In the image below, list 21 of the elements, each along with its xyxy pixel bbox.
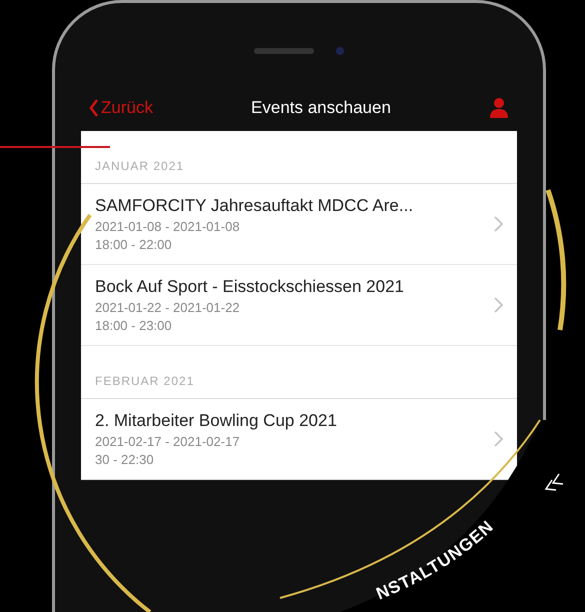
event-times: 30 - 22:30	[95, 452, 155, 467]
camera-icon	[336, 47, 344, 55]
speaker-icon	[254, 48, 314, 54]
chevron-right-icon	[494, 431, 503, 447]
event-title: 2. Mitarbeiter Bowling Cup 2021	[95, 411, 338, 431]
chevron-left-icon	[89, 99, 99, 117]
event-dates: 2021-01-08 - 2021-01-08	[95, 219, 241, 234]
event-times: 18:00 - 22:00	[95, 237, 173, 252]
event-title: SAMFORCITY Jahresauftakt MDCC Are...	[95, 196, 414, 216]
screen-title: Events anschauen	[250, 98, 392, 118]
person-icon[interactable]	[489, 97, 509, 119]
chevron-right-icon	[494, 297, 503, 313]
event-row[interactable]: SAMFORCITY Jahresauftakt MDCC Are... 2021-01-08 - 2021-01-08 18:00 - 22:00	[81, 184, 517, 265]
event-times: 18:00 - 23:00	[95, 318, 173, 333]
section-header: FEBRUAR 2021	[81, 346, 517, 399]
event-title: Bock Auf Sport - Eisstockschiessen 2021	[95, 277, 405, 297]
event-dates: 2021-02-17 - 2021-02-17	[95, 434, 241, 449]
event-dates: 2021-01-22 - 2021-01-22	[95, 300, 241, 315]
double-chevron-icon	[544, 473, 564, 491]
chevron-right-icon	[494, 216, 503, 232]
event-row[interactable]: Bock Auf Sport - Eisstockschiessen 2021 2021-01-22 - 2021-01-22 18:00 - 23:00	[81, 265, 517, 346]
